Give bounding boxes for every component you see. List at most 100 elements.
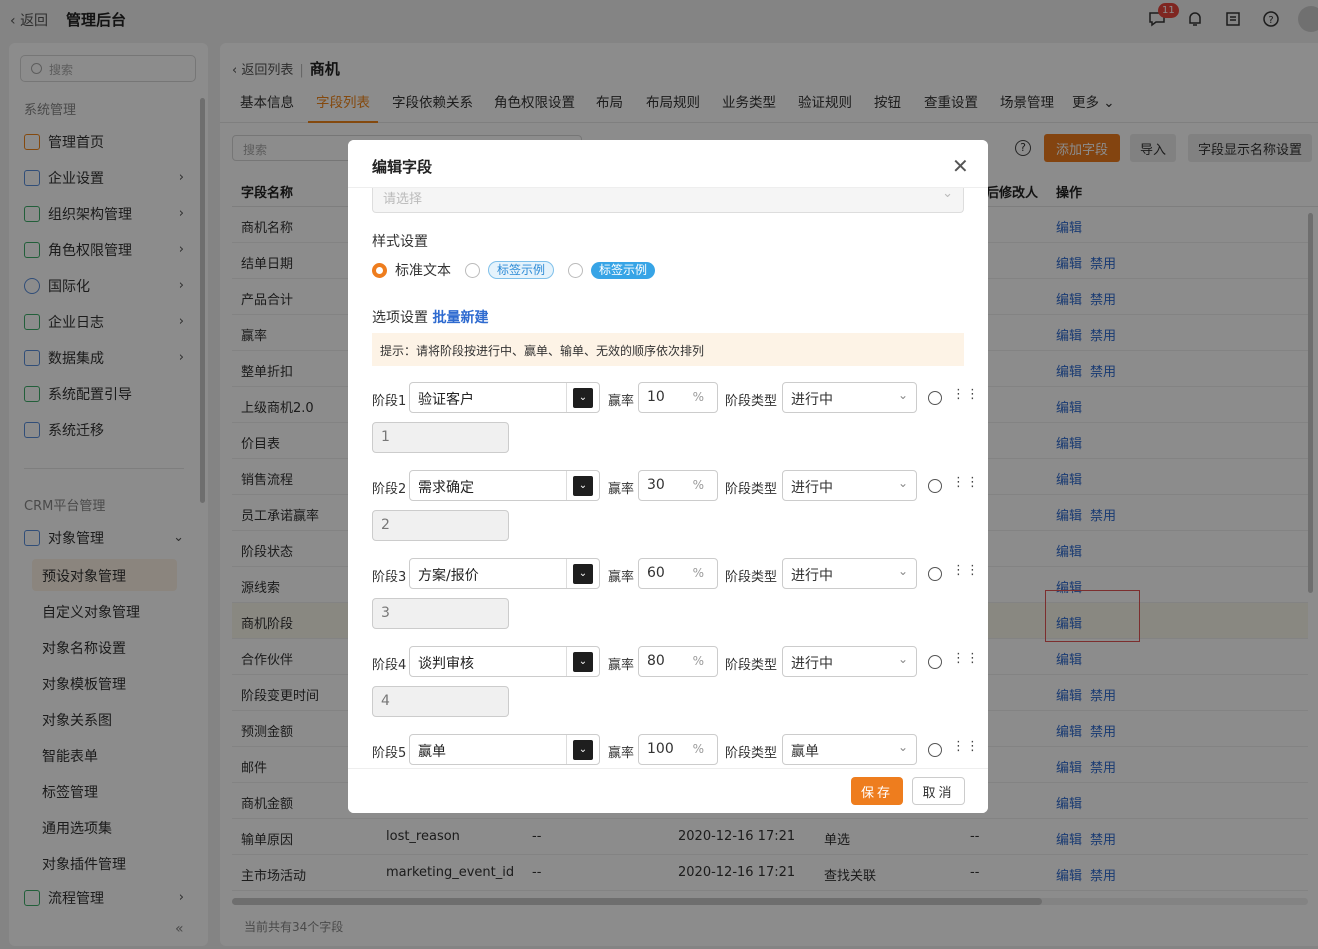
win-rate-label: 赢率 (608, 570, 635, 585)
gear-icon[interactable] (928, 567, 942, 581)
stage-type-select[interactable]: 进行中 ⌄ (782, 470, 917, 501)
chevron-down-icon[interactable]: ⌄ (573, 388, 593, 408)
chevron-down-icon: ⌄ (942, 186, 953, 201)
drag-handle-icon[interactable]: ⋮⋮ (952, 740, 980, 753)
win-rate-value: 80 (647, 653, 665, 669)
stage-label: 阶段5 (372, 746, 407, 761)
modal-header: 编辑字段 ✕ (348, 140, 988, 187)
win-rate-value: 100 (647, 741, 674, 757)
tag-solid-sample: 标签示例 (591, 261, 656, 279)
stage-type-label: 阶段类型 (725, 658, 778, 673)
chevron-down-icon[interactable]: ⌄ (573, 740, 593, 760)
chevron-down-icon[interactable]: ⌄ (573, 476, 593, 496)
percent-unit: % (692, 390, 704, 404)
win-rate-input[interactable]: 60% (638, 558, 718, 589)
style-plain-label: 标准文本 (395, 263, 451, 279)
drag-handle-icon[interactable]: ⋮⋮ (952, 564, 980, 577)
input-divider (566, 647, 567, 676)
win-rate-input[interactable]: 10% (638, 382, 718, 413)
style-radio-tag-solid[interactable] (568, 262, 584, 278)
percent-unit: % (692, 742, 704, 756)
close-icon[interactable]: ✕ (952, 156, 969, 176)
stage-type-value: 进行中 (791, 480, 833, 496)
stage-type-select[interactable]: 进行中 ⌄ (782, 646, 917, 677)
modal-title: 编辑字段 (372, 158, 433, 176)
input-divider (566, 559, 567, 588)
stage-name-input[interactable]: 方案/报价 ⌄ (409, 558, 600, 589)
stage-type-label: 阶段类型 (725, 482, 778, 497)
stage-type-select[interactable]: 进行中 ⌄ (782, 382, 917, 413)
gear-icon[interactable] (928, 391, 942, 405)
chevron-down-icon: ⌄ (897, 740, 908, 754)
chevron-down-icon[interactable]: ⌄ (573, 564, 593, 584)
chevron-down-icon: ⌄ (897, 564, 908, 578)
batch-create-link[interactable]: 批量新建 (432, 310, 488, 326)
style-radio-plain[interactable] (372, 262, 387, 278)
stage-type-select[interactable]: 赢单 ⌄ (782, 734, 917, 765)
edit-field-dialog: 请选择 ⌄ 编辑字段 ✕ 样式设置 标准文本 标签示例 标签示例 选项设置 批量新… (348, 140, 988, 813)
chevron-down-icon[interactable]: ⌄ (573, 652, 593, 672)
gear-icon[interactable] (928, 479, 942, 493)
stage-label: 阶段4 (372, 658, 407, 673)
win-rate-value: 30 (647, 477, 665, 493)
stage-label: 阶段3 (372, 570, 407, 585)
stage-code-input[interactable]: 2 (372, 510, 509, 541)
style-settings-label: 样式设置 (372, 234, 428, 250)
win-rate-label: 赢率 (608, 746, 635, 761)
stage-type-label: 阶段类型 (725, 394, 778, 409)
stage-type-label: 阶段类型 (725, 746, 778, 761)
stage-type-value: 进行中 (791, 656, 833, 672)
stage-type-label: 阶段类型 (725, 570, 778, 585)
stage-name-value: 需求确定 (418, 480, 474, 496)
win-rate-input[interactable]: 100% (638, 734, 718, 765)
percent-unit: % (692, 478, 704, 492)
stage-name-value: 验证客户 (418, 392, 474, 408)
win-rate-value: 60 (647, 565, 665, 581)
drag-handle-icon[interactable]: ⋮⋮ (952, 652, 980, 665)
win-rate-input[interactable]: 30% (638, 470, 718, 501)
stage-code-input[interactable]: 1 (372, 422, 509, 453)
win-rate-input[interactable]: 80% (638, 646, 718, 677)
stage-name-value: 方案/报价 (418, 568, 479, 584)
cancel-button[interactable]: 取消 (912, 777, 965, 805)
stage-name-input[interactable]: 谈判审核 ⌄ (409, 646, 600, 677)
options-settings-label: 选项设置 批量新建 (372, 307, 488, 327)
gear-icon[interactable] (928, 743, 942, 757)
stage-code-input[interactable]: 4 (372, 686, 509, 717)
stage-label: 阶段2 (372, 482, 407, 497)
win-rate-label: 赢率 (608, 658, 635, 673)
input-divider (566, 471, 567, 500)
style-radio-tag-outline[interactable] (465, 262, 480, 278)
win-rate-value: 10 (647, 389, 665, 405)
stage-name-value: 赢单 (418, 744, 446, 760)
chevron-down-icon: ⌄ (897, 652, 908, 666)
stage-type-value: 进行中 (791, 392, 833, 408)
chevron-down-icon: ⌄ (897, 476, 908, 490)
stage-order-tip: 提示：请将阶段按进行中、赢单、输单、无效的顺序依次排列 (372, 333, 964, 366)
drag-handle-icon[interactable]: ⋮⋮ (952, 476, 980, 489)
win-rate-label: 赢率 (608, 394, 635, 409)
options-label: 选项设置 (372, 310, 428, 326)
stage-code-input[interactable]: 3 (372, 598, 509, 629)
input-divider (566, 735, 567, 764)
tag-outline-sample: 标签示例 (488, 261, 555, 279)
win-rate-label: 赢率 (608, 482, 635, 497)
stage-label: 阶段1 (372, 394, 407, 409)
stage-name-input[interactable]: 验证客户 ⌄ (409, 382, 600, 413)
chevron-down-icon: ⌄ (897, 388, 908, 402)
percent-unit: % (692, 654, 704, 668)
stage-type-select[interactable]: 进行中 ⌄ (782, 558, 917, 589)
drag-handle-icon[interactable]: ⋮⋮ (952, 388, 980, 401)
stage-name-value: 谈判审核 (418, 656, 474, 672)
percent-unit: % (692, 566, 704, 580)
gear-icon[interactable] (928, 655, 942, 669)
save-button[interactable]: 保存 (851, 777, 903, 805)
stage-type-value: 赢单 (791, 744, 819, 760)
stage-name-input[interactable]: 赢单 ⌄ (409, 734, 600, 765)
stage-type-value: 进行中 (791, 568, 833, 584)
stage-name-input[interactable]: 需求确定 ⌄ (409, 470, 600, 501)
input-divider (566, 383, 567, 412)
modal-header-divider (348, 187, 988, 188)
style-radio-group: 标准文本 标签示例 标签示例 (372, 260, 656, 280)
modal-footer: 保存 取消 (348, 768, 988, 813)
